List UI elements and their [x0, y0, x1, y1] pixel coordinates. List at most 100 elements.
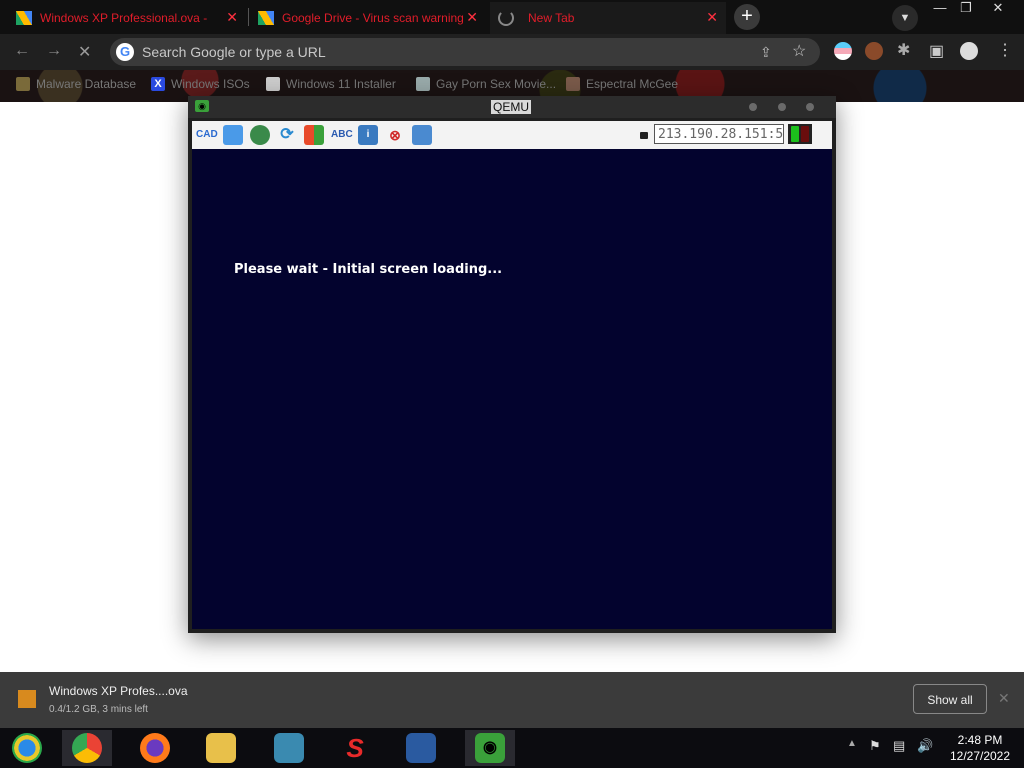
google-drive-icon	[16, 11, 32, 25]
download-filename[interactable]: Windows XP Profes....ova	[49, 684, 188, 698]
tab-new-tab[interactable]: New Tab ✕	[490, 2, 726, 34]
start-orb-icon	[12, 733, 42, 763]
address-bar[interactable]: G Search Google or type a URL ⇪ ☆	[110, 38, 820, 66]
restore-button[interactable]: ❐	[953, 0, 979, 18]
bookmark-label: Windows ISOs	[171, 77, 250, 91]
virtualbox-icon	[406, 733, 436, 763]
google-icon: G	[116, 43, 134, 61]
network-icon[interactable]: ▤	[893, 738, 905, 754]
start-button[interactable]	[2, 730, 52, 766]
tab-separator	[248, 8, 249, 26]
share-icon[interactable]: ⇪	[760, 38, 772, 66]
bookmark-windows-11-installer[interactable]: Windows 11 Installer	[266, 77, 396, 91]
bookmark-label: Windows 11 Installer	[286, 77, 396, 91]
loading-spinner-icon	[498, 10, 514, 26]
windows-logo-icon[interactable]	[304, 125, 324, 145]
taskbar-app-s[interactable]: S	[330, 730, 380, 766]
bookmark-windows-isos[interactable]: X Windows ISOs	[151, 77, 250, 91]
flag-icon[interactable]: ⚑	[869, 738, 881, 754]
close-shelf-icon[interactable]: ✕	[998, 690, 1010, 707]
clock-date: 12/27/2022	[949, 749, 1011, 763]
bookmark-label: Malware Database	[36, 77, 137, 91]
taskbar-network[interactable]	[264, 730, 314, 766]
download-status: 0.4/1.2 GB, 3 mins left	[49, 704, 148, 715]
site-icon	[566, 77, 580, 91]
taskbar-chrome[interactable]	[62, 730, 112, 766]
tab-windows-xp[interactable]: Windows XP Professional.ova - Go ✕	[10, 2, 246, 34]
package-icon	[18, 690, 36, 708]
vnc-address-field[interactable]: 213.190.28.151:5900	[654, 124, 784, 144]
window-icon[interactable]	[223, 125, 243, 145]
qemu-window: ◉ QEMU CAD ⟳ ABC i ⊗ 213.190.28.151:5900…	[188, 96, 836, 633]
x-icon: X	[151, 77, 165, 91]
tab-search-button[interactable]: ▼	[892, 5, 918, 31]
downloads-shelf: Windows XP Profes....ova 0.4/1.2 GB, 3 m…	[0, 672, 1024, 728]
refresh-icon[interactable]: ⟳	[277, 125, 297, 145]
maximize-dot-button[interactable]	[778, 103, 786, 111]
tab-google-drive[interactable]: Google Drive - Virus scan warning ✕	[252, 2, 486, 34]
show-hidden-icons[interactable]: ▲	[847, 738, 857, 749]
connection-status-indicator	[788, 124, 812, 144]
text-abc-icon[interactable]: ABC	[331, 125, 353, 145]
qemu-toolbar: CAD ⟳ ABC i ⊗ 213.190.28.151:5900	[192, 121, 832, 149]
taskbar-file-explorer[interactable]	[196, 730, 246, 766]
google-drive-icon	[258, 11, 274, 25]
extensions-puzzle-icon[interactable]: ✱	[897, 40, 910, 60]
forward-arrow-icon[interactable]: →	[46, 42, 62, 60]
close-window-button[interactable]: ✕	[985, 0, 1011, 18]
windows-icon	[266, 77, 280, 91]
site-icon	[416, 77, 430, 91]
minimize-button[interactable]: —	[927, 0, 953, 18]
bookmark-star-icon[interactable]: ☆	[792, 38, 806, 66]
eye-icon: ◉	[195, 100, 209, 112]
browser-toolbar: ← → ✕ G Search Google or type a URL ⇪ ☆ …	[0, 34, 1024, 70]
menu-kebab-icon[interactable]: ⋮	[997, 40, 1013, 60]
side-panel-icon[interactable]: ▣	[929, 41, 944, 61]
close-tab-icon[interactable]: ✕	[706, 10, 718, 24]
vm-display[interactable]: Please wait - Initial screen loading...	[192, 149, 832, 629]
new-tab-button[interactable]: +	[734, 4, 760, 30]
clock[interactable]: 2:48 PM 12/27/2022	[940, 732, 1020, 764]
disconnect-icon[interactable]: ⊗	[385, 125, 405, 145]
clock-time: 2:48 PM	[957, 733, 1003, 747]
status-red-light	[801, 126, 809, 142]
close-tab-icon[interactable]: ✕	[226, 10, 238, 24]
extension-flag-icon[interactable]	[834, 42, 852, 60]
settings-window-icon[interactable]	[412, 125, 432, 145]
bookmark-site[interactable]: Gay Porn Sex Movie...	[416, 77, 556, 91]
qemu-title: QEMU	[491, 100, 531, 114]
chrome-icon	[72, 733, 102, 763]
tab-strip: Windows XP Professional.ova - Go ✕ Googl…	[0, 0, 1024, 34]
profile-avatar-icon[interactable]	[960, 42, 978, 60]
bookmark-label: Gay Porn Sex Movie...	[436, 77, 557, 91]
tab-title: Google Drive - Virus scan warning	[282, 11, 464, 25]
network-people-icon	[274, 733, 304, 763]
globe-icon[interactable]	[250, 125, 270, 145]
taskbar-firefox[interactable]	[130, 730, 180, 766]
close-dot-button[interactable]	[806, 103, 814, 111]
show-all-button[interactable]: Show all	[913, 684, 987, 714]
firefox-icon	[140, 733, 170, 763]
bookmark-espectral-mcgee[interactable]: Espectral McGee	[566, 77, 678, 91]
volume-icon[interactable]: 🔊	[917, 738, 933, 754]
minimize-dot-button[interactable]	[749, 103, 757, 111]
tab-title: New Tab	[528, 11, 575, 25]
ctrl-alt-del-icon[interactable]: CAD	[196, 125, 218, 145]
malware-db-icon	[16, 77, 30, 91]
taskbar: S ◉ ▲ ⚑ ▤ 🔊 2:48 PM 12/27/2022	[0, 728, 1024, 768]
loading-message: Please wait - Initial screen loading...	[234, 262, 503, 277]
address-bar-placeholder: Search Google or type a URL	[142, 44, 326, 60]
tab-title: Windows XP Professional.ova - Go	[40, 11, 210, 25]
s-logo-icon: S	[346, 733, 364, 763]
qemu-titlebar[interactable]: ◉ QEMU	[188, 96, 836, 118]
info-icon[interactable]: i	[358, 125, 378, 145]
taskbar-virtualbox[interactable]	[396, 730, 446, 766]
back-arrow-icon[interactable]: ←	[14, 42, 30, 60]
stop-loading-icon[interactable]: ✕	[78, 42, 91, 62]
bookmark-malware-database[interactable]: Malware Database	[16, 77, 136, 91]
close-tab-icon[interactable]: ✕	[466, 10, 478, 24]
taskbar-viewer[interactable]: ◉	[465, 730, 515, 766]
extension-avatar-icon[interactable]	[865, 42, 883, 60]
status-green-light	[791, 126, 799, 142]
folder-icon	[206, 733, 236, 763]
